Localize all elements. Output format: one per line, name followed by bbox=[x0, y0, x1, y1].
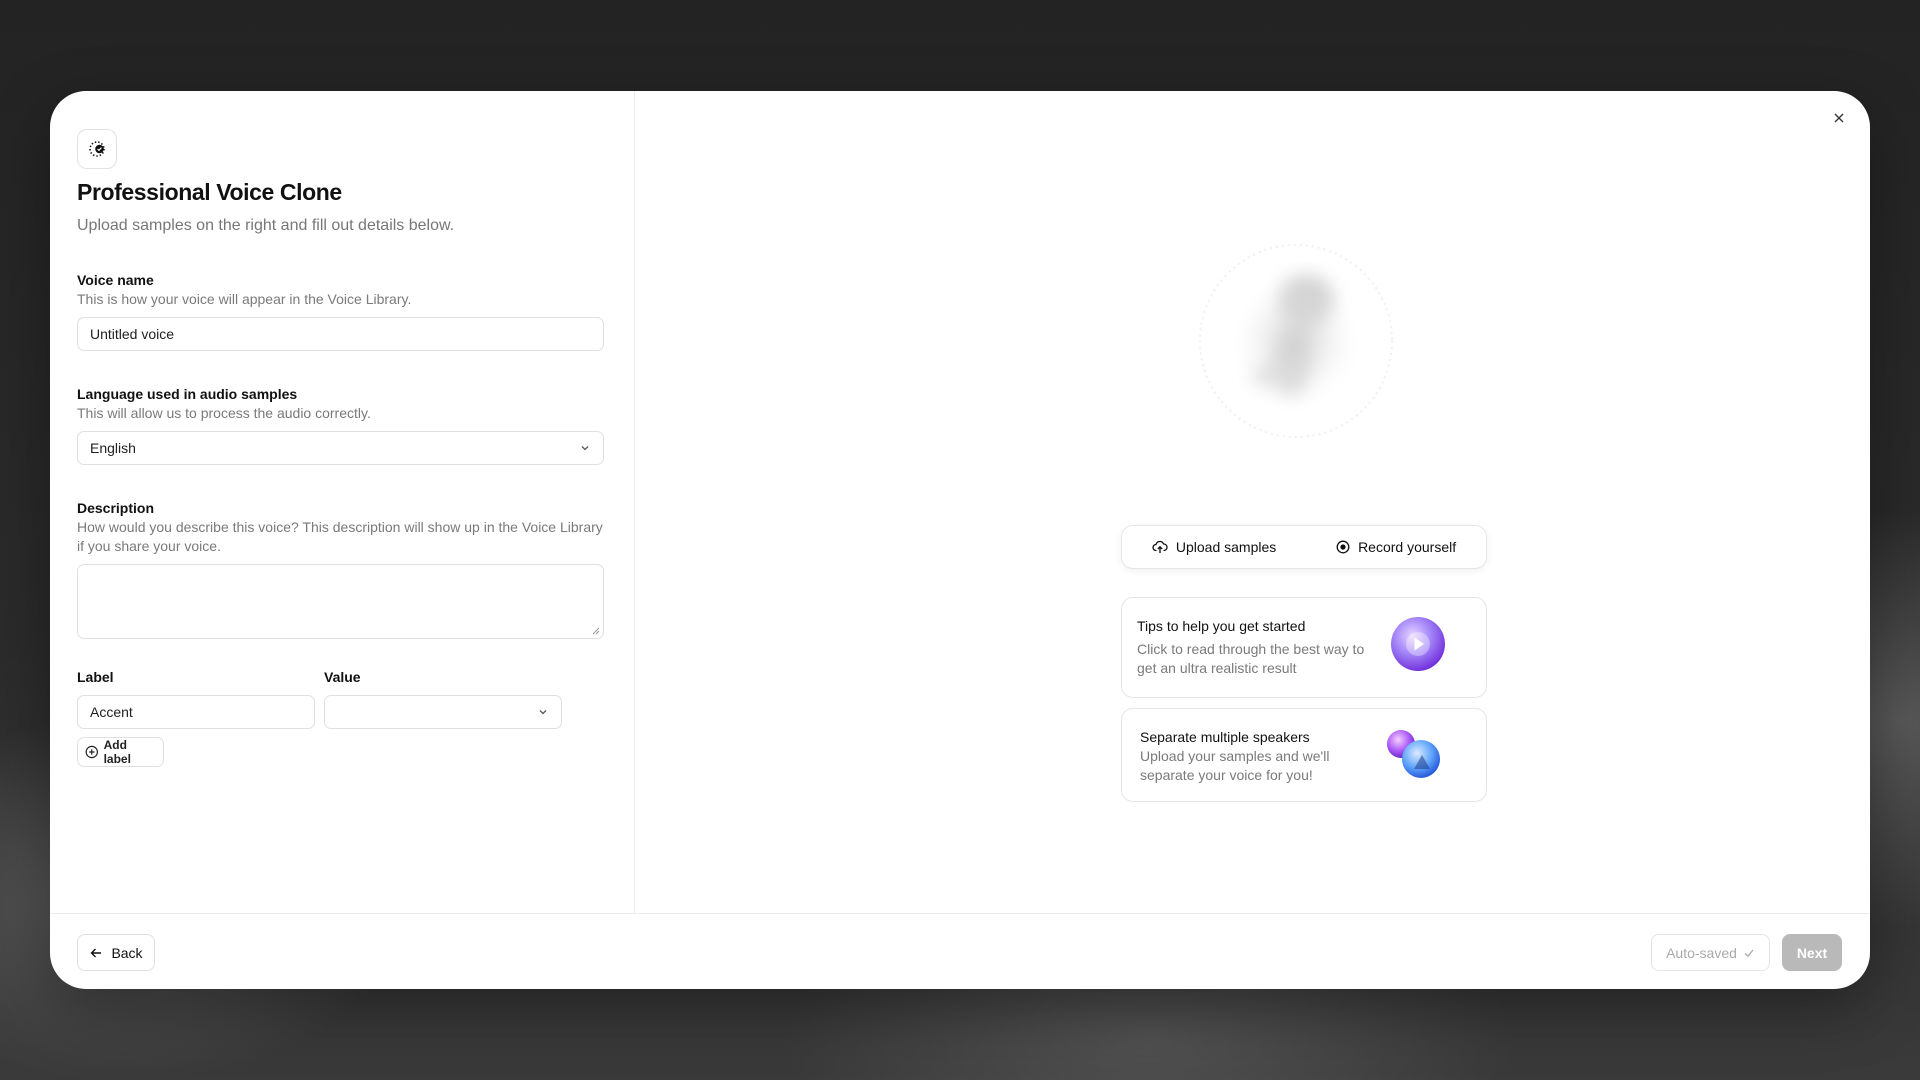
value-select[interactable] bbox=[324, 695, 562, 729]
details-pane: Professional Voice Clone Upload samples … bbox=[50, 91, 635, 913]
back-button-label: Back bbox=[111, 944, 143, 961]
voice-clone-logo bbox=[77, 129, 117, 169]
voice-name-input[interactable]: Untitled voice bbox=[77, 317, 604, 351]
label-input[interactable]: Accent bbox=[77, 695, 315, 729]
play-orb-icon bbox=[1391, 617, 1445, 671]
add-label-button[interactable]: Add label bbox=[77, 737, 164, 767]
autosaved-label: Auto-saved bbox=[1666, 944, 1737, 961]
voice-name-value: Untitled voice bbox=[90, 326, 175, 342]
language-help: This will allow us to process the audio … bbox=[77, 405, 371, 421]
voice-clone-icon bbox=[89, 141, 105, 157]
chevron-down-icon bbox=[539, 710, 547, 715]
language-value: English bbox=[90, 440, 136, 456]
tips-card[interactable]: Tips to help you get started Click to re… bbox=[1121, 597, 1487, 698]
description-label: Description bbox=[77, 500, 155, 516]
arrow-left-icon bbox=[90, 948, 102, 957]
label-input-value: Accent bbox=[90, 704, 133, 720]
next-button[interactable]: Next bbox=[1782, 934, 1842, 971]
language-label: Language used in audio samples bbox=[77, 386, 298, 402]
resize-grip-icon[interactable] bbox=[592, 627, 600, 635]
tab-record-yourself[interactable]: Record yourself bbox=[1336, 539, 1456, 555]
dialog-footer: Back Auto-saved Next bbox=[50, 913, 1870, 989]
tab-record-yourself-label: Record yourself bbox=[1358, 539, 1457, 555]
page-title: Professional Voice Clone bbox=[77, 179, 342, 205]
add-label-text: Add label bbox=[103, 738, 131, 766]
tab-upload-samples[interactable]: Upload samples bbox=[1152, 539, 1276, 555]
voice-name-label: Voice name bbox=[77, 272, 154, 288]
speakers-orbs-icon bbox=[1387, 730, 1440, 778]
cloud-upload-icon bbox=[1152, 540, 1168, 553]
blurred-orb-graphic bbox=[1199, 244, 1393, 438]
chevron-down-icon bbox=[581, 446, 589, 451]
separate-speakers-text: Upload your samples and we'll separate y… bbox=[1140, 748, 1330, 783]
next-button-label: Next bbox=[1796, 944, 1828, 961]
back-button[interactable]: Back bbox=[77, 934, 155, 971]
autosaved-status: Auto-saved bbox=[1651, 934, 1770, 971]
tips-card-title: Tips to help you get started bbox=[1137, 618, 1306, 634]
tips-card-text: Click to read through the best way to ge… bbox=[1137, 641, 1365, 676]
language-select[interactable]: English bbox=[77, 431, 604, 465]
voice-name-help: This is how your voice will appear in th… bbox=[77, 291, 412, 307]
separate-speakers-title: Separate multiple speakers bbox=[1140, 729, 1310, 745]
page-subtitle: Upload samples on the right and fill out… bbox=[77, 217, 455, 234]
plus-circle-icon bbox=[85, 745, 98, 759]
record-icon bbox=[1336, 540, 1350, 554]
upload-mode-tabs: Upload samples Record yourself bbox=[1121, 525, 1487, 569]
description-textarea[interactable] bbox=[77, 564, 604, 639]
close-icon bbox=[1834, 113, 1844, 123]
description-help: How would you describe this voice? This … bbox=[77, 519, 603, 554]
tab-upload-samples-label: Upload samples bbox=[1175, 539, 1277, 555]
close-button[interactable] bbox=[1828, 107, 1850, 129]
label-column-header: Label bbox=[77, 669, 114, 685]
separate-speakers-card[interactable]: Separate multiple speakers Upload your s… bbox=[1121, 708, 1487, 802]
value-column-header: Value bbox=[324, 669, 361, 685]
voice-clone-dialog: Professional Voice Clone Upload samples … bbox=[50, 91, 1870, 989]
check-icon bbox=[1744, 949, 1754, 957]
upload-pane: Upload samples Record yourself Tips to h… bbox=[636, 91, 1870, 913]
